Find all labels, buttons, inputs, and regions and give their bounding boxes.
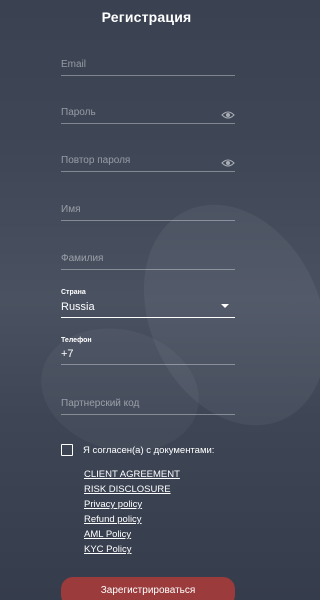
caret-down-icon[interactable] bbox=[221, 304, 229, 308]
documents-list: CLIENT AGREEMENT RISK DISCLOSURE Privacy… bbox=[84, 467, 180, 557]
phone-value: +7 bbox=[61, 348, 74, 360]
agreement-checkbox[interactable] bbox=[61, 444, 73, 456]
last-name-placeholder: Фамилия bbox=[61, 253, 104, 264]
first-name-field[interactable]: Имя bbox=[61, 197, 235, 221]
eye-icon[interactable] bbox=[221, 110, 235, 120]
register-button[interactable]: Зарегистрироваться bbox=[61, 577, 235, 600]
kyc-policy-link[interactable]: KYC Policy bbox=[84, 542, 180, 557]
password-field[interactable]: Пароль bbox=[61, 100, 235, 124]
last-name-field[interactable]: Фамилия bbox=[61, 246, 235, 270]
aml-policy-link[interactable]: AML Policy bbox=[84, 527, 180, 542]
phone-label: Телефон bbox=[61, 337, 92, 344]
country-label: Страна bbox=[61, 289, 86, 296]
agreement-row: Я согласен(а) с документами: bbox=[61, 442, 214, 458]
agreement-label: Я согласен(а) с документами: bbox=[83, 444, 215, 456]
country-select[interactable]: Страна Russia bbox=[61, 289, 235, 318]
risk-disclosure-link[interactable]: RISK DISCLOSURE bbox=[84, 482, 180, 497]
client-agreement-link[interactable]: CLIENT AGREEMENT bbox=[84, 467, 180, 482]
country-value: Russia bbox=[61, 301, 95, 313]
phone-field[interactable]: Телефон +7 bbox=[61, 337, 235, 365]
password-placeholder: Пароль bbox=[61, 107, 96, 118]
partner-code-placeholder: Партнерский код bbox=[61, 398, 140, 409]
password-repeat-placeholder: Повтор пароля bbox=[61, 155, 131, 166]
email-placeholder: Email bbox=[61, 59, 87, 70]
first-name-placeholder: Имя bbox=[61, 204, 81, 215]
eye-icon[interactable] bbox=[221, 158, 235, 168]
email-field[interactable]: Email bbox=[61, 52, 235, 76]
partner-code-field[interactable]: Партнерский код bbox=[61, 391, 235, 415]
refund-policy-link[interactable]: Refund policy bbox=[84, 512, 180, 527]
privacy-policy-link[interactable]: Privacy policy bbox=[84, 497, 180, 512]
password-repeat-field[interactable]: Повтор пароля bbox=[61, 148, 235, 172]
page-title: Регистрация bbox=[101, 9, 192, 25]
